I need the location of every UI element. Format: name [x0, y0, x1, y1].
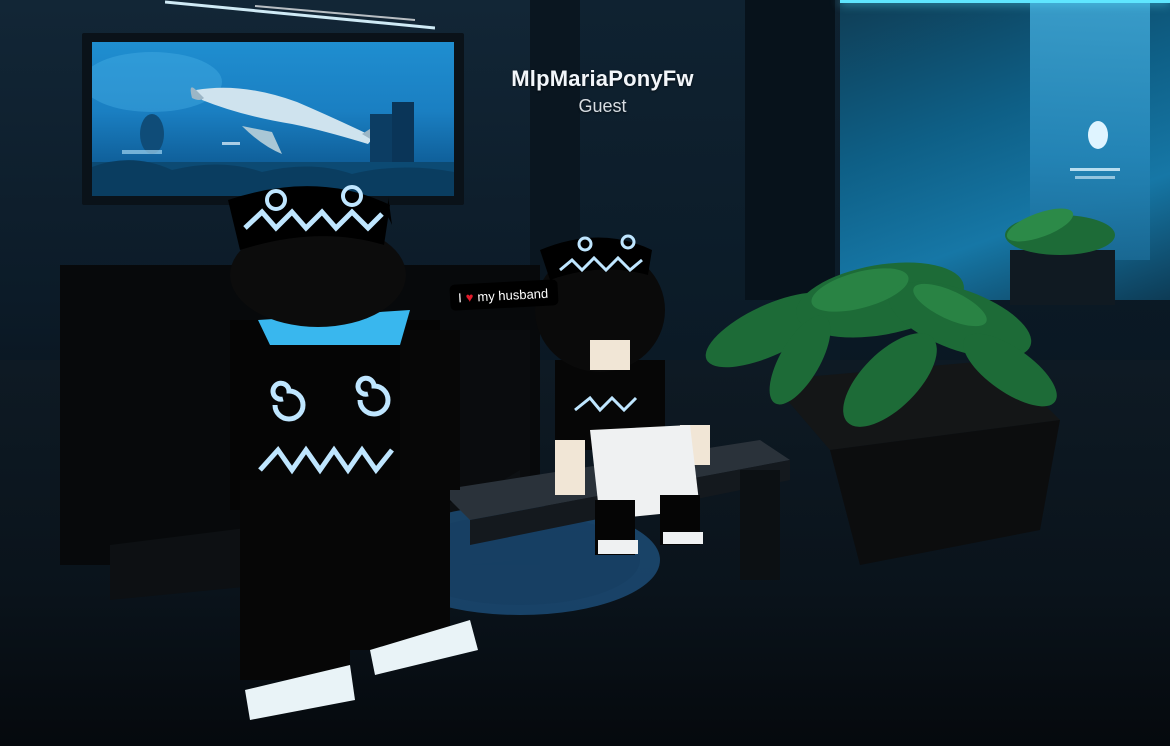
glass-room-plant	[1005, 208, 1115, 305]
dolphin-sign	[1070, 121, 1120, 179]
game-viewport[interactable]: MlpMariaPonyFw Guest I ♥ my husband	[0, 0, 1170, 746]
heart-icon: ♥	[465, 289, 474, 305]
scene-objects	[60, 121, 1120, 720]
chat-prefix: I	[457, 289, 463, 305]
chat-text: my husband	[476, 285, 549, 304]
